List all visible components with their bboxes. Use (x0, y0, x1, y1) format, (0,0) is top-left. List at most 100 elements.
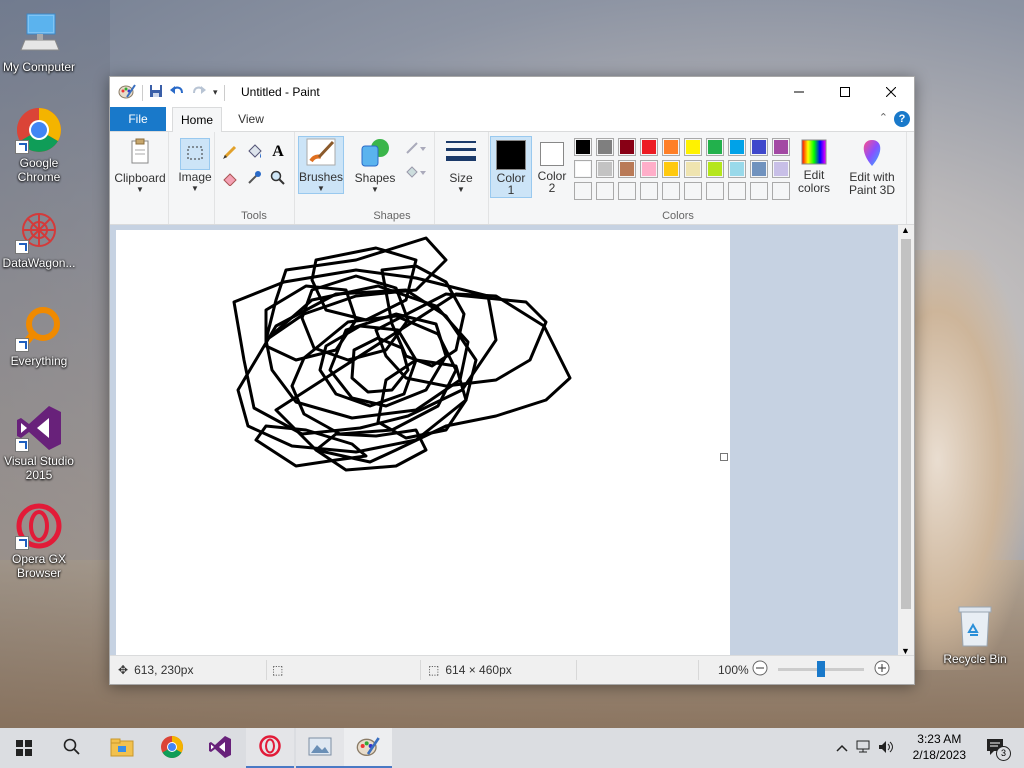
color-swatch[interactable] (596, 138, 614, 156)
ribbon-tabs: File Home View ⌃ ? (110, 107, 914, 133)
color-swatch[interactable] (574, 138, 592, 156)
color-swatch[interactable] (728, 138, 746, 156)
drawing-canvas[interactable] (116, 230, 730, 656)
system-tray (836, 728, 894, 768)
taskbar-opera-gx[interactable] (246, 728, 294, 768)
shapes-button[interactable]: Shapes ▼ (354, 138, 396, 194)
desktop-icon-everything[interactable]: Everything (0, 304, 78, 368)
desktop-icon-visual-studio[interactable]: Visual Studio 2015 (0, 404, 78, 482)
taskbar: 3:23 AM 2/18/2023 3 (0, 728, 1024, 768)
custom-color-slot[interactable] (728, 182, 746, 200)
show-hidden-icons-icon[interactable] (836, 741, 848, 755)
taskbar-chrome[interactable] (148, 728, 196, 768)
volume-icon[interactable] (878, 740, 894, 757)
custom-color-slot[interactable] (706, 182, 724, 200)
tab-view[interactable]: View (226, 107, 276, 131)
color-swatch[interactable] (662, 160, 680, 178)
save-icon[interactable] (149, 84, 163, 101)
clock[interactable]: 3:23 AM 2/18/2023 (913, 731, 966, 763)
photo-viewer-icon (308, 735, 332, 760)
custom-color-slot[interactable] (772, 182, 790, 200)
close-button[interactable] (868, 77, 914, 107)
edit-colors-button[interactable]: Edit colors (794, 138, 834, 195)
custom-color-slot[interactable] (574, 182, 592, 200)
color-swatch[interactable] (750, 160, 768, 178)
tab-file[interactable]: File (110, 107, 166, 131)
desktop-icon-datawagon[interactable]: DataWagon... (0, 206, 78, 270)
custom-color-slot[interactable] (640, 182, 658, 200)
zoom-in-button[interactable] (874, 660, 890, 676)
network-icon[interactable] (856, 740, 874, 757)
fill-icon[interactable] (402, 162, 428, 182)
help-icon[interactable]: ? (894, 111, 910, 127)
edit-with-paint3d-button[interactable]: Edit with Paint 3D (844, 138, 900, 197)
eraser-icon[interactable] (220, 168, 240, 188)
tools-group-label: Tools (241, 210, 267, 222)
canvas-resize-handle[interactable] (720, 453, 728, 461)
color-swatch[interactable] (574, 160, 592, 178)
magnifier-icon[interactable] (268, 168, 288, 188)
maximize-button[interactable] (822, 77, 868, 107)
desktop-icon-google-chrome[interactable]: Google Chrome (0, 106, 78, 184)
size-button[interactable]: Size ▼ (440, 138, 482, 194)
color-picker-icon[interactable] (244, 168, 264, 188)
action-center-button[interactable]: 3 (986, 738, 1011, 761)
color-swatch[interactable] (750, 138, 768, 156)
redo-icon[interactable] (191, 84, 207, 101)
tab-home[interactable]: Home (172, 107, 222, 133)
pencil-icon[interactable] (220, 142, 240, 162)
color-swatch[interactable] (618, 138, 636, 156)
fill-bucket-icon[interactable] (244, 142, 264, 162)
brushes-button[interactable]: Brushes ▼ (298, 136, 344, 194)
color1-button[interactable]: Color 1 (490, 136, 532, 198)
search-button[interactable] (48, 728, 96, 768)
color-swatch[interactable] (596, 160, 614, 178)
image-button[interactable]: Image ▼ (178, 138, 212, 193)
collapse-ribbon-icon[interactable]: ⌃ (879, 111, 888, 124)
minimize-button[interactable] (776, 77, 822, 107)
custom-color-slot[interactable] (596, 182, 614, 200)
taskbar-photo-viewer[interactable] (296, 728, 344, 768)
text-icon[interactable]: A (268, 142, 288, 162)
taskbar-visual-studio[interactable] (196, 728, 244, 768)
color-swatch[interactable] (662, 138, 680, 156)
vertical-scrollbar[interactable]: ▲ ▼ (898, 225, 914, 656)
shortcut-arrow-icon (15, 438, 29, 452)
visual-studio-icon (208, 735, 232, 762)
undo-icon[interactable] (169, 84, 185, 101)
color-swatch[interactable] (728, 160, 746, 178)
customize-qat-icon[interactable]: ▾ (213, 87, 218, 98)
color-swatch[interactable] (684, 160, 702, 178)
custom-color-slot[interactable] (662, 182, 680, 200)
color-swatch[interactable] (640, 160, 658, 178)
paint-app-icon[interactable] (118, 83, 136, 102)
desktop-icon-recycle-bin[interactable]: Recycle Bin (936, 602, 1014, 666)
zoom-out-button[interactable] (752, 660, 768, 676)
notification-count-badge: 3 (996, 746, 1011, 761)
color-swatch[interactable] (706, 138, 724, 156)
outline-icon[interactable] (402, 138, 428, 158)
color-swatch[interactable] (684, 138, 702, 156)
title-bar[interactable]: ▾ Untitled - Paint (110, 77, 914, 107)
color-swatch[interactable] (772, 138, 790, 156)
chevron-down-icon: ▼ (371, 185, 379, 194)
edit-colors-label: Edit colors (797, 168, 830, 195)
taskbar-file-explorer[interactable] (98, 728, 146, 768)
custom-color-slot[interactable] (618, 182, 636, 200)
color2-button[interactable]: Color 2 (534, 136, 570, 196)
desktop-icon-my-computer[interactable]: My Computer (0, 10, 78, 74)
color-swatch[interactable] (772, 160, 790, 178)
zoom-slider-thumb[interactable] (817, 661, 825, 677)
taskbar-paint[interactable] (344, 728, 392, 768)
custom-color-slot[interactable] (684, 182, 702, 200)
clipboard-button[interactable]: Clipboard ▼ (114, 138, 166, 194)
start-button[interactable] (0, 728, 48, 768)
clock-date: 2/18/2023 (912, 748, 966, 762)
color-swatch[interactable] (640, 138, 658, 156)
scroll-up-icon[interactable]: ▲ (901, 225, 910, 235)
scrollbar-thumb[interactable] (901, 239, 911, 609)
custom-color-slot[interactable] (750, 182, 768, 200)
color-swatch[interactable] (706, 160, 724, 178)
color-swatch[interactable] (618, 160, 636, 178)
desktop-icon-opera-gx[interactable]: Opera GX Browser (0, 502, 78, 580)
